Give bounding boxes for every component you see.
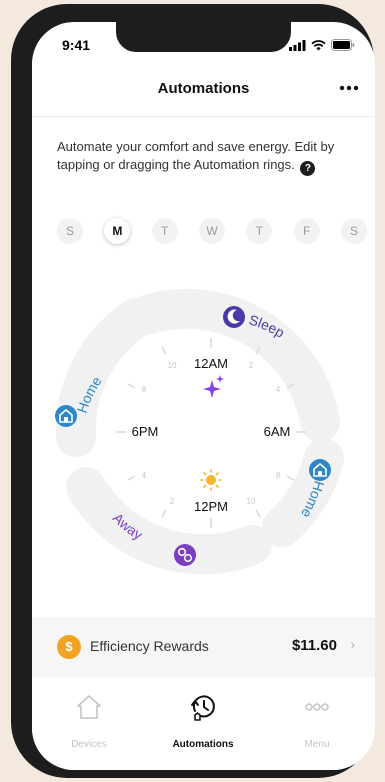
tick-label-10-bottom: 10 [247, 497, 256, 506]
away-car-icon[interactable] [174, 544, 196, 566]
tab-label-menu: Menu [304, 739, 330, 750]
tick-label-2-bottom: 2 [170, 497, 175, 506]
tick-label-8-right: 8 [276, 471, 281, 480]
tab-menu[interactable]: Menu [260, 677, 374, 770]
sun-icon [200, 469, 222, 491]
more-dots-icon [339, 85, 359, 91]
rewards-value: $11.60 [291, 637, 337, 654]
page-title: Automations [157, 80, 250, 97]
chevron-right-icon: › [350, 637, 355, 652]
tick-label-2-top: 2 [249, 361, 254, 370]
rewards-label: Efficiency Rewards [90, 638, 209, 654]
schedule-clock-icon [191, 695, 215, 721]
home-icon [77, 695, 101, 719]
day-saturday[interactable]: S [340, 218, 367, 244]
battery-icon [331, 39, 355, 51]
day-thursday[interactable]: T [246, 218, 273, 244]
wifi-icon [311, 39, 326, 50]
header-divider [32, 116, 375, 117]
notch [116, 22, 291, 52]
tick-label-4-left: 4 [142, 471, 147, 480]
ring-home-left-track[interactable] [55, 298, 156, 457]
day-tuesday[interactable]: T [151, 218, 178, 244]
day-sunday[interactable]: S [57, 218, 83, 244]
automation-clock: Sleep Home Away Home 10 2 8 4 4 8 2 10 1… [55, 288, 344, 575]
tab-label-automations: Automations [172, 739, 234, 750]
tab-devices[interactable]: Devices [32, 677, 146, 770]
signal-icon [289, 39, 306, 51]
status-time: 9:41 [62, 37, 91, 53]
more-options-button[interactable] [337, 78, 361, 98]
tab-automations[interactable]: Automations [146, 677, 260, 770]
menu-dots-icon [305, 703, 329, 711]
clock-label-12am: 12AM [194, 356, 228, 371]
day-monday[interactable]: M [104, 218, 131, 244]
intro-text-block: Automate your comfort and save energy. E… [57, 138, 367, 176]
tab-label-devices: Devices [71, 739, 107, 750]
help-icon[interactable]: ? [300, 161, 316, 176]
clock-label-6pm: 6PM [132, 424, 159, 439]
app-screen: 9:41 Automations Automate your comfort a… [32, 22, 375, 770]
tab-bar: Devices Automations Menu [32, 677, 375, 770]
day-selector: S M T W T F S [57, 218, 367, 244]
day-friday[interactable]: F [293, 218, 320, 244]
status-icons [289, 39, 355, 51]
night-stars-icon [203, 375, 224, 398]
efficiency-rewards-row[interactable]: $ Efficiency Rewards $11.60 › [32, 617, 375, 677]
clock-label-6am: 6AM [264, 424, 291, 439]
phone-frame: 9:41 Automations Automate your comfort a… [11, 4, 375, 778]
coin-icon: $ [57, 635, 81, 659]
home-right-house-icon[interactable] [309, 459, 331, 481]
intro-text: Automate your comfort and save energy. E… [57, 139, 335, 172]
tick-label-10-top: 10 [168, 361, 177, 370]
day-wednesday[interactable]: W [198, 218, 225, 244]
tick-label-4-right: 4 [276, 385, 281, 394]
tick-label-8-left: 8 [142, 385, 147, 394]
clock-label-12pm: 12PM [194, 499, 228, 514]
home-left-house-icon[interactable] [55, 405, 77, 427]
sleep-moon-icon[interactable] [223, 306, 245, 328]
